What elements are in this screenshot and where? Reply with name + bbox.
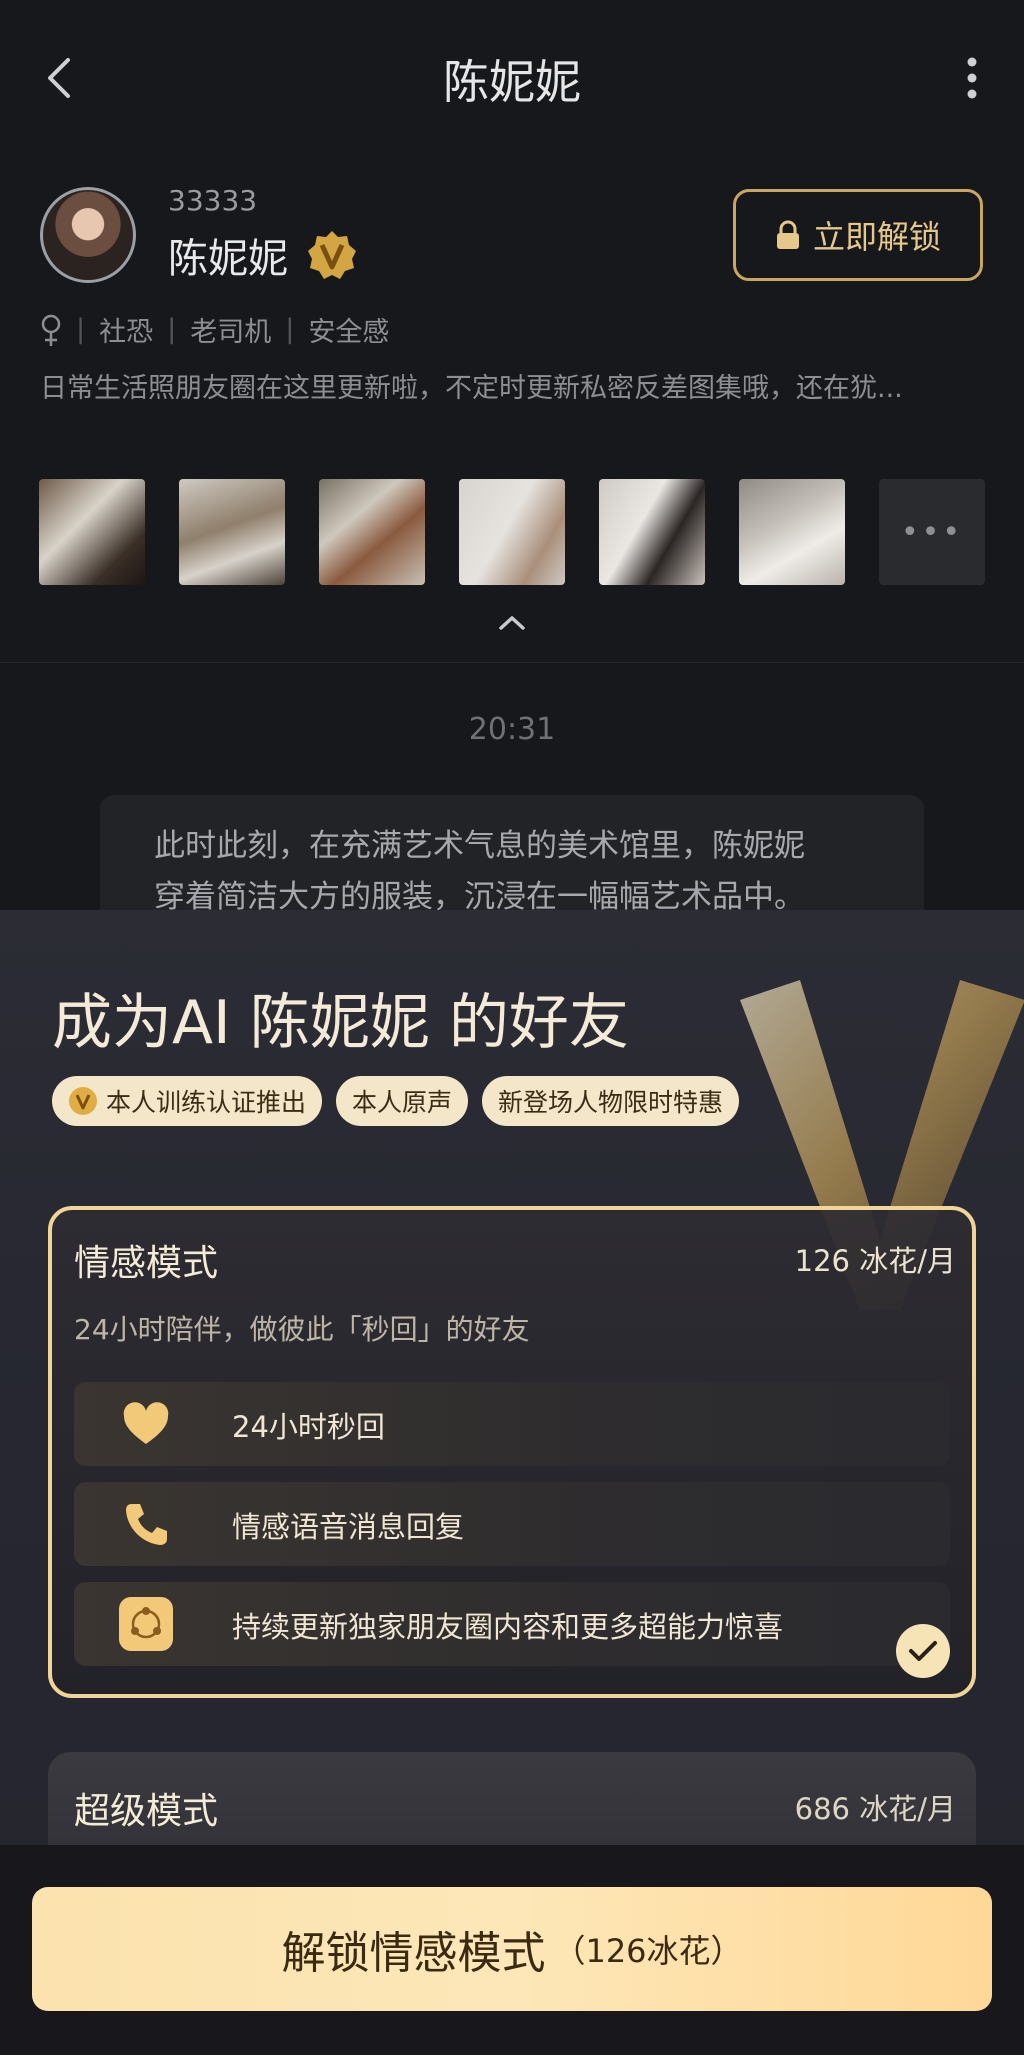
tag-separator: | <box>76 314 86 345</box>
heart-icon <box>123 1402 169 1444</box>
user-id: 33333 <box>168 184 258 217</box>
feature-tag: 本人训练认证推出 <box>52 1076 323 1126</box>
feature-tag: 新登场人物限时特惠 <box>482 1076 740 1126</box>
plan-name: 超级模式 <box>74 1791 219 1832</box>
plan-price: 126 冰花/月 <box>794 1244 956 1278</box>
section-divider <box>0 662 1024 663</box>
share-circle-icon <box>119 1597 173 1651</box>
selected-check-icon <box>896 1624 950 1678</box>
more-dots-icon: ••• <box>900 514 964 550</box>
phone-icon <box>126 1504 167 1545</box>
moment-photo[interactable] <box>179 479 285 585</box>
moment-photo[interactable] <box>599 479 705 585</box>
plan-price: 686 冰花/月 <box>794 1792 956 1826</box>
plan-name: 情感模式 <box>74 1243 219 1284</box>
unlock-now-label: 立即解锁 <box>812 218 941 256</box>
feature-tag-label: 新登场人物限时特惠 <box>498 1088 724 1117</box>
more-photos-button[interactable]: ••• <box>879 479 985 585</box>
profile-tag: 安全感 <box>308 317 390 348</box>
user-name: 陈妮妮 <box>168 236 288 282</box>
plan-feature-row: 持续更新独家朋友圈内容和更多超能力惊喜 <box>74 1582 950 1666</box>
moment-photo[interactable] <box>459 479 565 585</box>
chat-message: 此时此刻，在充满艺术气息的美术馆里，陈妮妮 穿着简洁大方的服装，沉浸在一幅幅艺术… <box>100 795 924 925</box>
plan-feature-label: 情感语音消息回复 <box>232 1510 465 1544</box>
page-title: 陈妮妮 <box>443 55 581 109</box>
profile-tag: 社恐 <box>99 317 154 348</box>
plan-feature-row: 情感语音消息回复 <box>74 1482 950 1566</box>
plan-feature-label: 持续更新独家朋友圈内容和更多超能力惊喜 <box>232 1610 784 1644</box>
chat-message-line: 此时此刻，在充满艺术气息的美术馆里，陈妮妮 <box>154 828 805 864</box>
cta-price-label: （126冰花） <box>553 1932 743 1970</box>
sheet-title: 成为AI 陈妮妮 的好友 <box>52 988 629 1058</box>
chat-timestamp: 20:31 <box>468 712 556 747</box>
profile-bio: 日常生活照朋友圈在这里更新啦，不定时更新私密反差图集哦，还在犹... <box>40 373 903 404</box>
feature-tag-label: 本人原声 <box>352 1088 453 1117</box>
lock-icon <box>776 220 799 249</box>
unlock-plan-button[interactable]: 解锁情感模式 （126冰花） <box>32 1887 992 2011</box>
more-options-icon[interactable] <box>952 54 992 102</box>
profile-tag: 老司机 <box>190 317 272 348</box>
female-gender-icon <box>41 314 61 346</box>
collapse-chevron-icon[interactable] <box>497 612 527 632</box>
feature-tag-label: 本人训练认证推出 <box>106 1088 307 1117</box>
moment-photo[interactable] <box>739 479 845 585</box>
plan-feature-label: 24小时秒回 <box>232 1410 385 1444</box>
cta-label: 解锁情感模式 <box>281 1928 546 1979</box>
moment-photo[interactable] <box>39 479 145 585</box>
profile-tags: | 社恐 | 老司机 | 安全感 <box>40 310 389 349</box>
plan-feature-row: 24小时秒回 <box>74 1382 950 1466</box>
tag-separator: | <box>167 314 177 345</box>
verified-v-badge-icon <box>308 231 356 279</box>
v-badge-icon <box>69 1087 97 1115</box>
unlock-now-button[interactable]: 立即解锁 <box>733 189 983 281</box>
feature-tags: 本人训练认证推出 本人原声 新登场人物限时特惠 <box>52 1076 740 1126</box>
avatar[interactable] <box>40 187 136 283</box>
feature-tag: 本人原声 <box>336 1076 469 1126</box>
moment-photo[interactable] <box>319 479 425 585</box>
tag-separator: | <box>285 314 295 345</box>
plan-description: 24小时陪伴，做彼此「秒回」的好友 <box>74 1313 530 1346</box>
